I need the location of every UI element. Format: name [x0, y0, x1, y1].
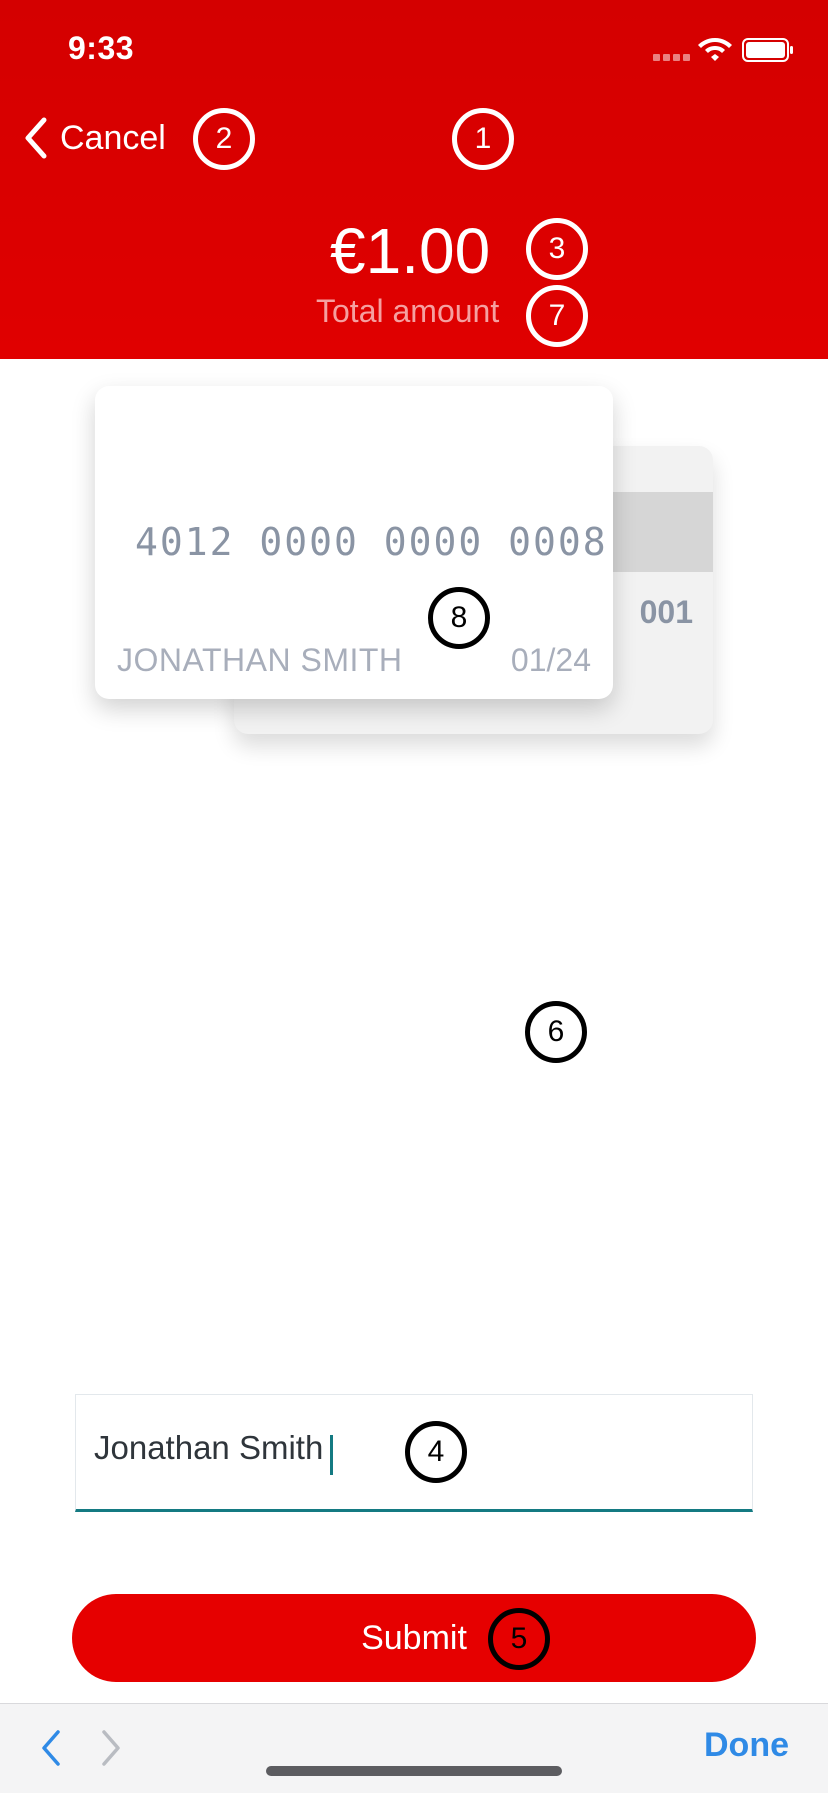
battery-icon: [742, 38, 793, 62]
card-front-preview: 4012 0000 0000 0008 JONATHAN SMITH 01/24…: [95, 386, 613, 699]
annotation-badge-2: 2: [193, 108, 255, 170]
home-indicator: [266, 1766, 562, 1776]
wifi-icon: [698, 38, 732, 61]
annotation-badge-4: 4: [405, 1421, 467, 1483]
cardholder-name-input[interactable]: [94, 1429, 394, 1467]
text-caret: [330, 1435, 333, 1475]
card-number: 4012 0000 0000 0008: [135, 520, 608, 564]
card-expiry: 01/24: [510, 642, 591, 678]
cardholder-name-field[interactable]: 4: [75, 1394, 753, 1512]
signal-dots-icon: [653, 54, 691, 62]
submit-button[interactable]: Submit: [72, 1594, 756, 1682]
card-holder-name: JONATHAN SMITH: [117, 642, 403, 678]
payment-header: 9:33 Cancel 2 1 €1.00 3 Total amount 7: [0, 0, 828, 359]
chevron-left-icon[interactable]: [36, 1726, 66, 1770]
annotation-badge-8: 8: [428, 587, 490, 649]
card-cvv: 001: [639, 594, 693, 630]
chevron-right-icon[interactable]: [96, 1726, 126, 1770]
keyboard-toolbar: Done: [0, 1703, 828, 1793]
annotation-badge-6: 6: [525, 1001, 587, 1063]
cancel-label: Cancel: [60, 118, 166, 157]
annotation-badge-7: 7: [526, 285, 588, 347]
submit-label: Submit: [361, 1618, 467, 1657]
status-time: 9:33: [68, 30, 135, 66]
annotation-badge-5: 5: [488, 1608, 550, 1670]
chevron-left-icon: [25, 117, 47, 159]
total-amount-value: €1.00: [330, 215, 491, 287]
total-amount-label: Total amount: [316, 293, 500, 329]
annotation-badge-3: 3: [526, 218, 588, 280]
cancel-button[interactable]: Cancel: [20, 112, 166, 164]
annotation-badge-1: 1: [452, 108, 514, 170]
done-button[interactable]: Done: [704, 1726, 789, 1765]
